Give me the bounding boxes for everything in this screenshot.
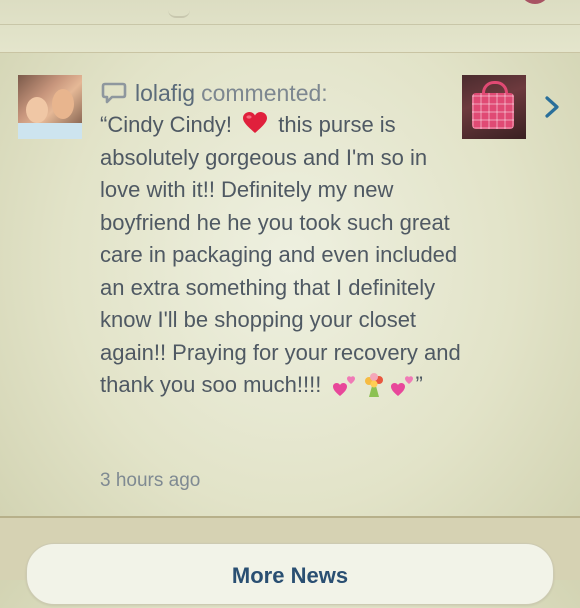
avatar-photo-part (26, 97, 48, 123)
previous-item-partial-text (168, 4, 190, 18)
comment-text-start: “Cindy Cindy! (100, 112, 233, 137)
comment-header: lolafig commented: (101, 79, 328, 107)
thumbnail-photo-part (472, 93, 514, 129)
comment-text: “Cindy Cindy! this purse is absolutely g… (100, 109, 462, 402)
listing-thumbnail[interactable] (462, 75, 526, 139)
two-hearts-icon (333, 376, 356, 396)
previous-item-thumbnail-edge (520, 0, 550, 4)
two-hearts-icon (391, 376, 414, 396)
divider (0, 24, 580, 25)
comment-action: commented: (201, 79, 328, 106)
comment-text-close-quote: ” (415, 372, 423, 397)
comment-text-body: this purse is absolutely gorgeous and I'… (100, 112, 461, 397)
comment-username[interactable]: lolafig (135, 80, 195, 107)
avatar-photo-part (18, 123, 82, 139)
bouquet-icon (365, 373, 384, 397)
emoji-group (333, 372, 415, 398)
previous-item-strip (0, 0, 580, 53)
avatar-photo-part (52, 89, 74, 119)
more-news-button[interactable]: More News (26, 543, 554, 605)
chevron-right-icon[interactable] (542, 95, 562, 119)
red-heart-icon (243, 112, 268, 133)
comment-timestamp: 3 hours ago (100, 470, 201, 491)
speech-bubble-icon (101, 82, 127, 104)
user-avatar[interactable] (18, 75, 82, 139)
